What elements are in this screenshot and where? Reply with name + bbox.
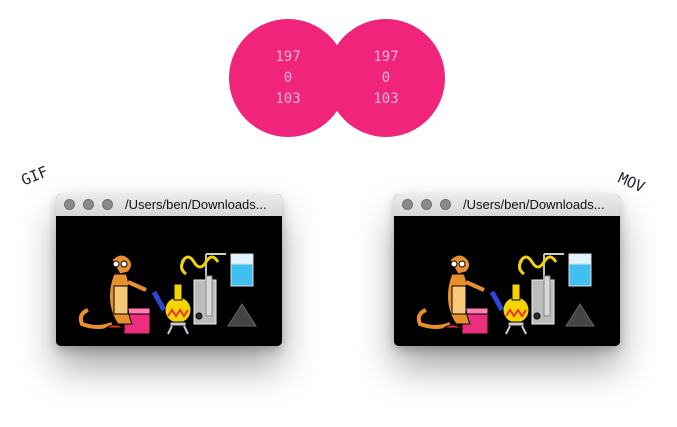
window-title: /Users/ben/Downloads... <box>125 197 267 212</box>
red-value: 197 <box>373 48 399 65</box>
minimize-button[interactable] <box>421 199 432 210</box>
close-button[interactable] <box>402 199 413 210</box>
window-title: /Users/ben/Downloads... <box>463 197 605 212</box>
lab-cat-illustration <box>416 253 595 335</box>
window-titlebar[interactable]: /Users/ben/Downloads... <box>56 194 282 217</box>
animation-frame <box>394 216 620 346</box>
color-circle-right: 197 0 103 <box>327 19 445 137</box>
blue-value: 103 <box>373 90 399 107</box>
red-value: 197 <box>275 48 301 65</box>
gif-preview-window[interactable]: /Users/ben/Downloads... <box>56 194 282 346</box>
window-titlebar[interactable]: /Users/ben/Downloads... <box>394 194 620 217</box>
mov-label: MOV <box>615 168 648 197</box>
zoom-button[interactable] <box>440 199 451 210</box>
gif-label: GIF <box>18 162 51 190</box>
green-value: 0 <box>381 69 391 86</box>
zoom-button[interactable] <box>102 199 113 210</box>
close-button[interactable] <box>64 199 75 210</box>
green-value: 0 <box>283 69 293 86</box>
minimize-button[interactable] <box>83 199 94 210</box>
mov-preview-window[interactable]: /Users/ben/Downloads... <box>394 194 620 346</box>
animation-frame <box>56 216 282 346</box>
lab-cat-illustration <box>78 253 257 335</box>
blue-value: 103 <box>275 90 301 107</box>
